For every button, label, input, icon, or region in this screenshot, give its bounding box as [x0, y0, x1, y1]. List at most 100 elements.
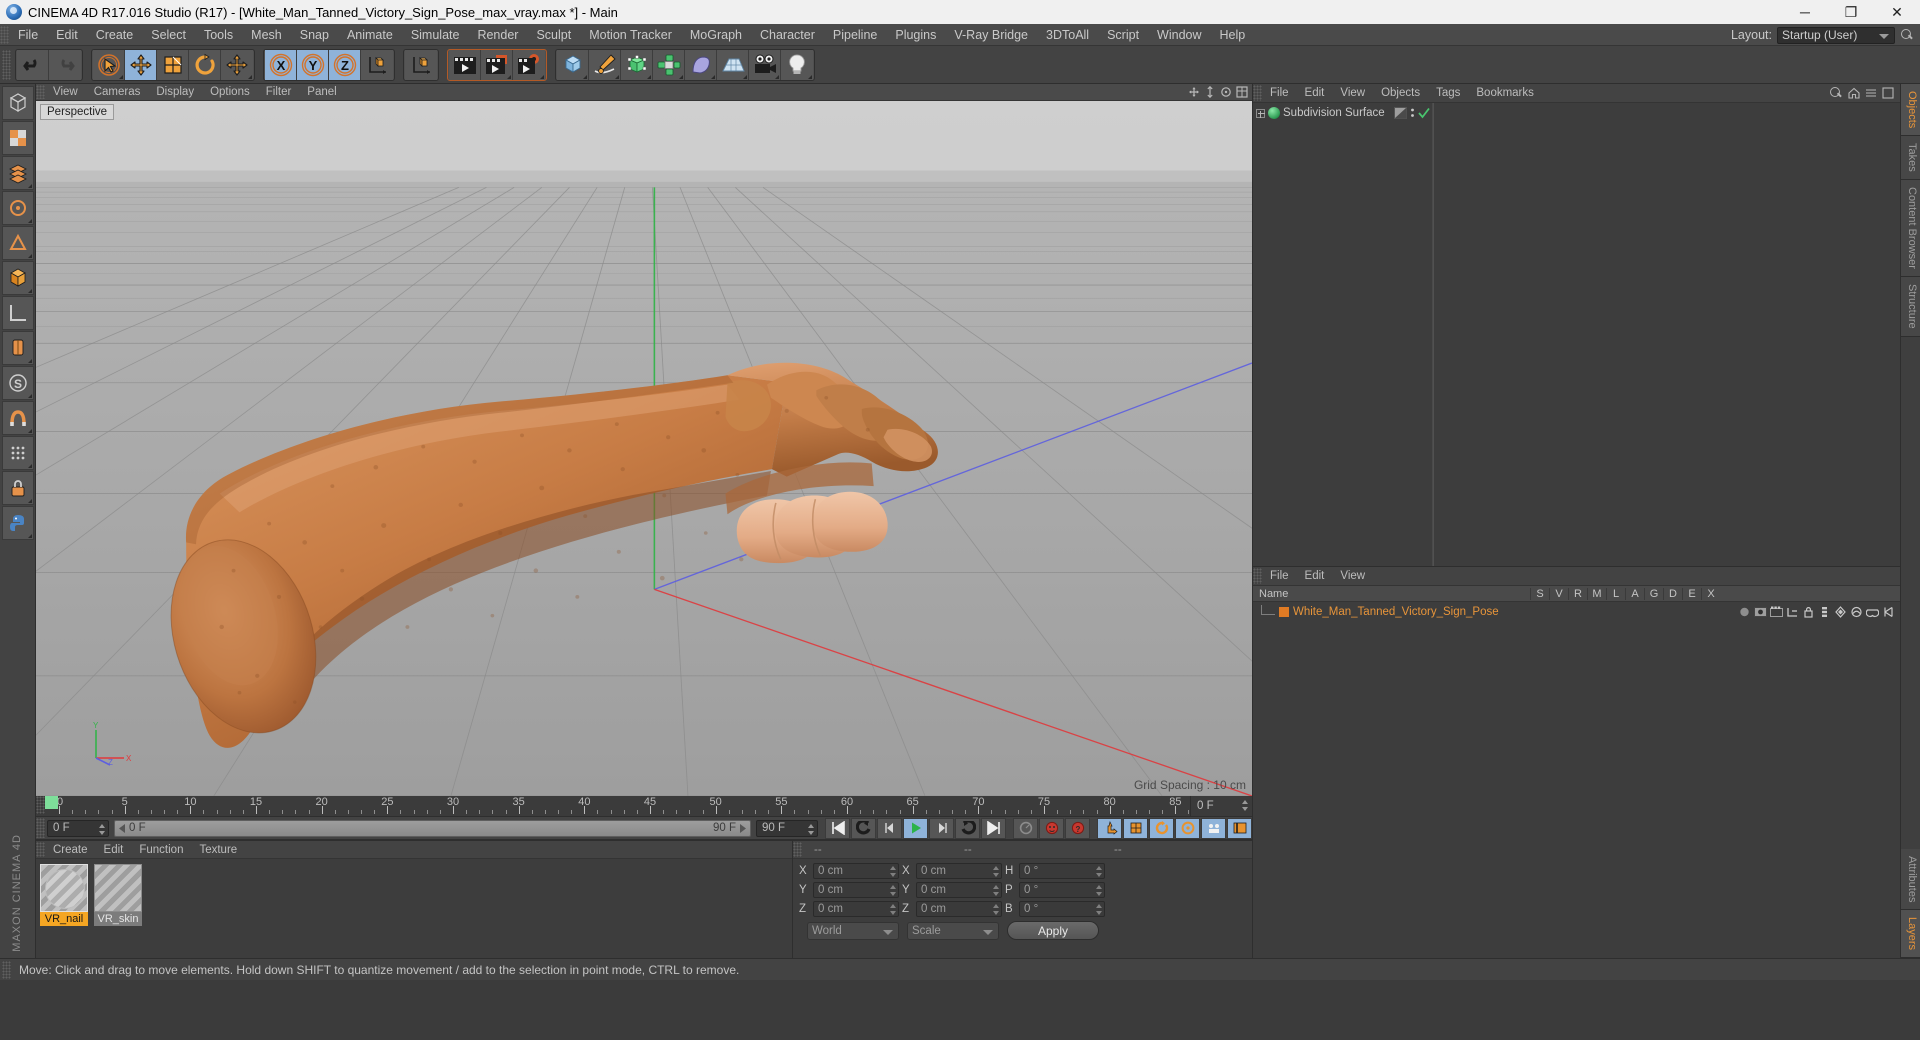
object-menu-tags[interactable]: Tags [1428, 84, 1468, 103]
snap-settings-button[interactable]: S [1, 366, 34, 400]
object-menu-objects[interactable]: Objects [1373, 84, 1428, 103]
layers-column-m[interactable]: M [1587, 587, 1606, 600]
viewport-menu-cameras[interactable]: Cameras [86, 84, 149, 101]
viewport-menu-options[interactable]: Options [202, 84, 258, 101]
collapse-icon[interactable] [1865, 87, 1877, 99]
spinner-icon[interactable] [993, 904, 999, 915]
layers-menu-view[interactable]: View [1332, 567, 1373, 586]
object-menu-edit[interactable]: Edit [1297, 84, 1333, 103]
menu-plugins[interactable]: Plugins [886, 24, 945, 46]
pla-key-button[interactable] [1201, 817, 1226, 839]
coord-rotation-field[interactable]: 0 ° [1019, 863, 1105, 879]
layers-column-g[interactable]: G [1644, 587, 1663, 600]
lock-y-axis-button[interactable]: Y [297, 49, 329, 80]
layers-column-r[interactable]: R [1568, 587, 1587, 600]
menu-character[interactable]: Character [751, 24, 824, 46]
viewport-menu-filter[interactable]: Filter [258, 84, 300, 101]
menu-edit[interactable]: Edit [47, 24, 87, 46]
object-manager-tag-area[interactable] [1433, 103, 1900, 566]
menu-select[interactable]: Select [142, 24, 195, 46]
point-mode-button[interactable] [1, 191, 34, 225]
position-key-button[interactable] [1097, 817, 1122, 839]
menu-animate[interactable]: Animate [338, 24, 402, 46]
workplane-button[interactable] [1, 296, 34, 330]
viewport-menu-view[interactable]: View [45, 84, 86, 101]
render-view-button[interactable] [449, 49, 481, 80]
layer-color-swatch[interactable] [1279, 607, 1289, 617]
material-menu-texture[interactable]: Texture [191, 841, 245, 859]
expand-icon[interactable] [1256, 108, 1265, 118]
render-settings-button[interactable] [513, 49, 545, 80]
home-icon[interactable] [1848, 87, 1860, 99]
move-tool-alt[interactable] [221, 49, 253, 80]
minimize-button[interactable]: ─ [1782, 0, 1828, 24]
menu-file[interactable]: File [9, 24, 47, 46]
edge-mode-button[interactable] [1, 226, 34, 260]
add-array-button[interactable] [653, 49, 685, 80]
menu-v-ray-bridge[interactable]: V-Ray Bridge [945, 24, 1037, 46]
layers-menu-file[interactable]: File [1262, 567, 1297, 586]
python-button[interactable] [1, 506, 34, 540]
lock-icon[interactable] [1802, 606, 1815, 618]
lock-x-axis-button[interactable]: X [265, 49, 297, 80]
range-right-arrow-icon[interactable] [739, 823, 746, 833]
spinner-icon[interactable] [808, 823, 814, 835]
layers-column-a[interactable]: A [1625, 587, 1644, 600]
perspective-viewport[interactable]: Perspective Grid Spacing : 10 cm Y X Z [36, 101, 1252, 796]
go-to-start-button[interactable] [825, 817, 850, 839]
spinner-icon[interactable] [890, 866, 896, 877]
right-tab-takes[interactable]: Takes [1901, 136, 1920, 181]
apply-button[interactable]: Apply [1007, 921, 1099, 940]
menu-pipeline[interactable]: Pipeline [824, 24, 886, 46]
material-thumbnail[interactable] [40, 864, 88, 912]
coordinate-mode-dropdown[interactable]: Scale [907, 921, 999, 940]
spinner-icon[interactable] [890, 904, 896, 915]
spinner-icon[interactable] [1242, 800, 1248, 811]
close-button[interactable]: ✕ [1874, 0, 1920, 24]
object-mode-button[interactable] [1, 86, 34, 120]
right-tab-structure[interactable]: Structure [1901, 276, 1920, 337]
menu-3dtoall[interactable]: 3DToAll [1037, 24, 1098, 46]
material-thumbnail[interactable] [94, 864, 142, 912]
timeline-ruler[interactable]: 051015202530354045505560657075808590 [45, 796, 1190, 816]
layers-column-s[interactable]: S [1530, 587, 1549, 600]
spinner-icon[interactable] [1096, 904, 1102, 915]
spinner-icon[interactable] [993, 866, 999, 877]
right-tab-objects[interactable]: Objects [1901, 84, 1920, 137]
viewport-menu-display[interactable]: Display [148, 84, 202, 101]
coord-position-field[interactable]: 0 cm [813, 863, 899, 879]
menu-mograph[interactable]: MoGraph [681, 24, 751, 46]
coordinates-grip-icon[interactable] [793, 842, 802, 857]
material-menu-create[interactable]: Create [45, 841, 96, 859]
add-nurbs-button[interactable] [621, 49, 653, 80]
xref-icon[interactable] [1882, 606, 1895, 618]
right-tab-attributes[interactable]: Attributes [1901, 848, 1920, 910]
viewport-grip-icon[interactable] [36, 85, 45, 99]
current-frame-field[interactable]: 0 F [47, 819, 109, 837]
status-grip-icon[interactable] [2, 960, 11, 979]
menu-tools[interactable]: Tools [195, 24, 242, 46]
material-chip[interactable]: VR_nail [40, 864, 88, 926]
object-search-icon[interactable] [1829, 86, 1843, 100]
preview-range-slider[interactable]: 0 F 90 F [114, 819, 751, 837]
expressions-icon[interactable] [1865, 606, 1880, 618]
spinner-icon[interactable] [1096, 866, 1102, 877]
menu-help[interactable]: Help [1211, 24, 1255, 46]
object-manager-body[interactable]: Subdivision Surface [1253, 103, 1900, 566]
right-tab-content-browser[interactable]: Content Browser [1901, 180, 1920, 277]
lock-icon[interactable] [1, 471, 34, 505]
model-mode-button[interactable] [1, 261, 34, 295]
material-chip[interactable]: VR_skin [94, 864, 142, 926]
play-button[interactable] [903, 817, 928, 839]
menu-window[interactable]: Window [1148, 24, 1210, 46]
record-active-objects-button[interactable] [1013, 817, 1038, 839]
timeline-playhead[interactable] [45, 796, 58, 809]
autokeying-button[interactable] [1039, 817, 1064, 839]
check-icon[interactable] [1417, 107, 1430, 119]
material-name[interactable]: VR_nail [40, 912, 88, 926]
toolbar-grip-icon[interactable] [2, 49, 11, 80]
scale-tool[interactable] [157, 49, 189, 80]
rotate-view-icon[interactable] [1220, 86, 1232, 98]
menu-mesh[interactable]: Mesh [242, 24, 291, 46]
object-tree-item[interactable]: Subdivision Surface [1253, 105, 1432, 121]
